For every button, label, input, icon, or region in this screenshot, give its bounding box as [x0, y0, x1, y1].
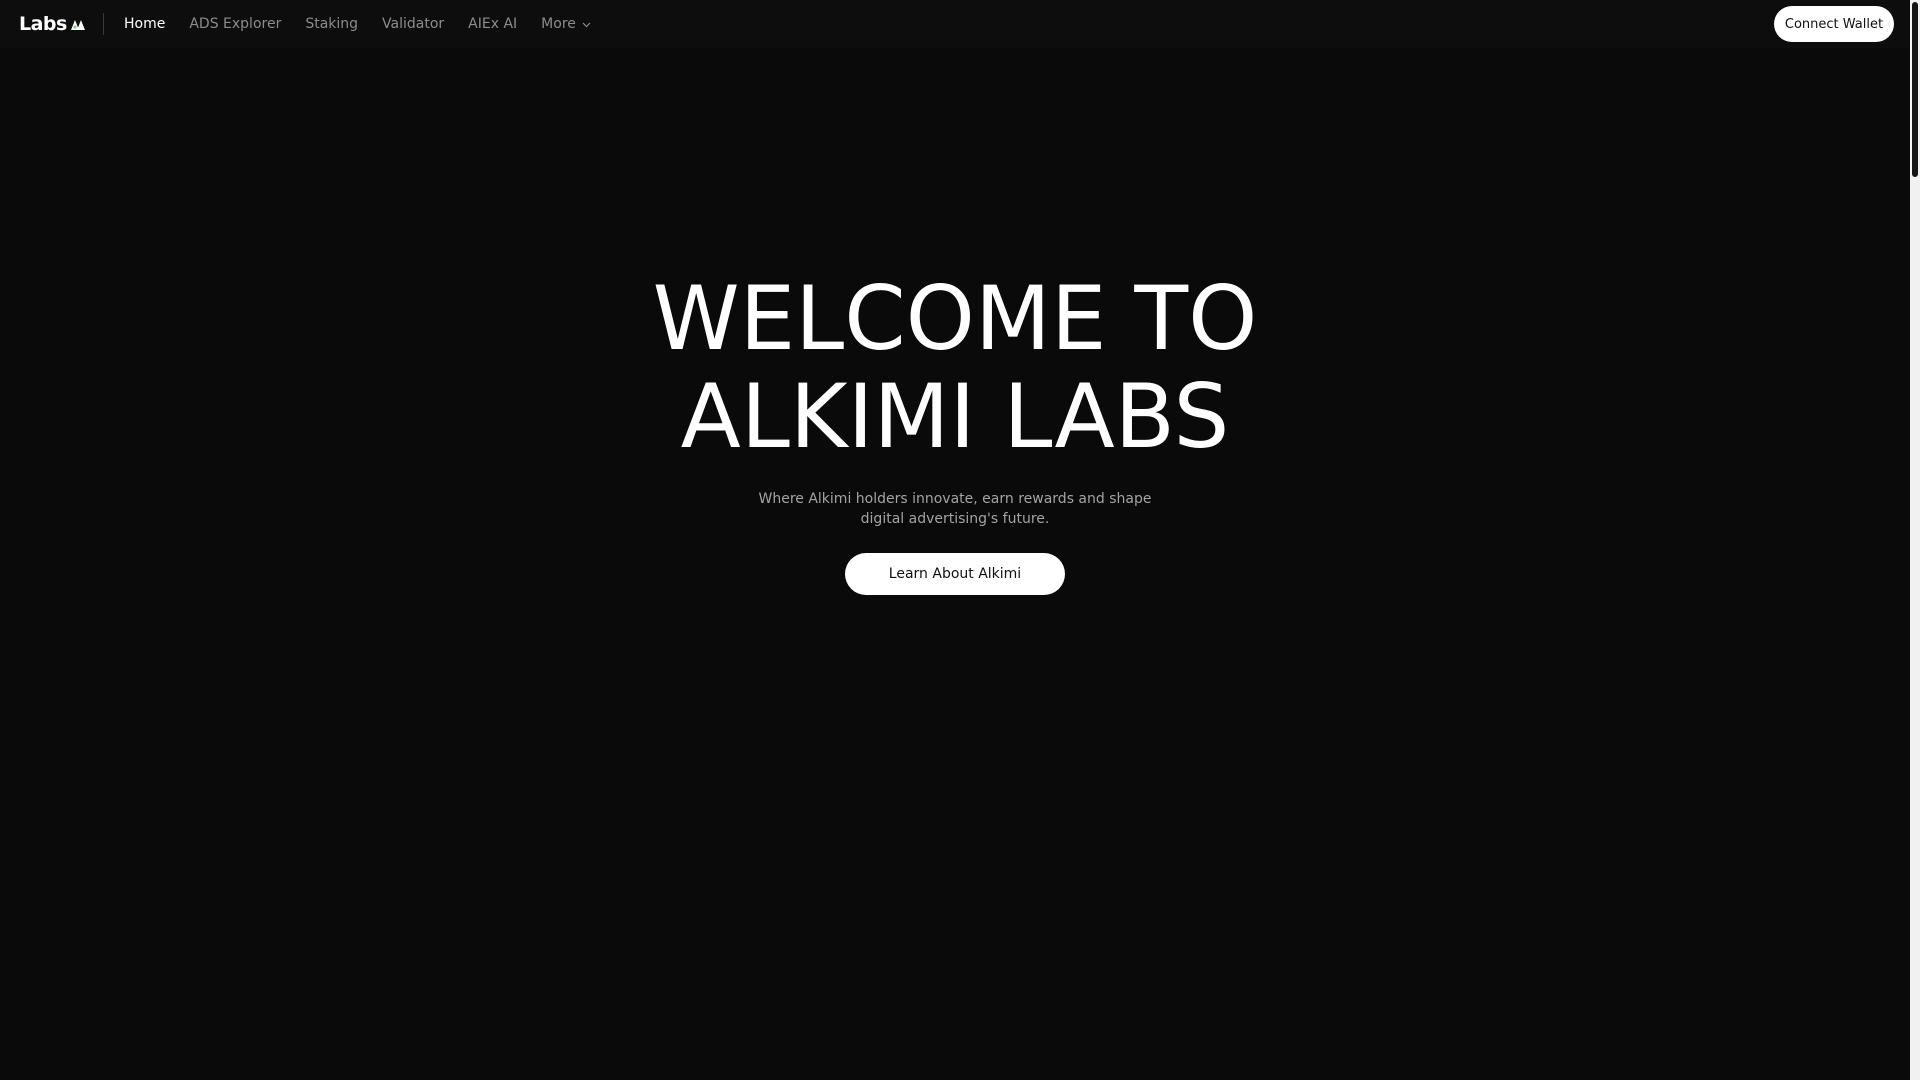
chevron-down-icon [582, 16, 591, 32]
hero-subtitle: Where Alkimi holders innovate, earn rewa… [758, 491, 1152, 527]
hero-title-line-1: WELCOME TO [652, 267, 1258, 370]
main-nav: Home ADS Explorer Staking Validator AIEx… [124, 0, 615, 48]
nav-link-staking[interactable]: Staking [305, 16, 358, 32]
nav-link-home[interactable]: Home [124, 16, 165, 32]
nav-link-aiex-ai[interactable]: AIEx AI [468, 16, 517, 32]
nav-divider [103, 13, 104, 35]
logo-text: Labs [19, 13, 67, 35]
page-content: Labs Home ADS Explorer Staking Validator… [0, 0, 1910, 1080]
learn-about-alkimi-button[interactable]: Learn About Alkimi [845, 553, 1065, 595]
hero-section: WELCOME TO ALKIMI LABS Where Alkimi hold… [0, 270, 1910, 595]
vertical-scrollbar[interactable] [1910, 0, 1920, 1080]
browser-viewport: Labs Home ADS Explorer Staking Validator… [0, 0, 1920, 1080]
hero-title: WELCOME TO ALKIMI LABS [0, 270, 1910, 466]
labs-logo[interactable]: Labs [19, 13, 87, 35]
hero-title-line-2: ALKIMI LABS [680, 365, 1230, 468]
top-navbar: Labs Home ADS Explorer Staking Validator… [0, 0, 1910, 48]
nav-link-validator[interactable]: Validator [382, 16, 444, 32]
triangle-logo-icon [69, 16, 87, 35]
nav-link-ads-explorer[interactable]: ADS Explorer [189, 16, 281, 32]
connect-wallet-button[interactable]: Connect Wallet [1774, 6, 1894, 42]
scrollbar-thumb[interactable] [1912, 2, 1918, 177]
nav-link-more-label: More [541, 16, 576, 32]
nav-link-more[interactable]: More [541, 16, 591, 32]
